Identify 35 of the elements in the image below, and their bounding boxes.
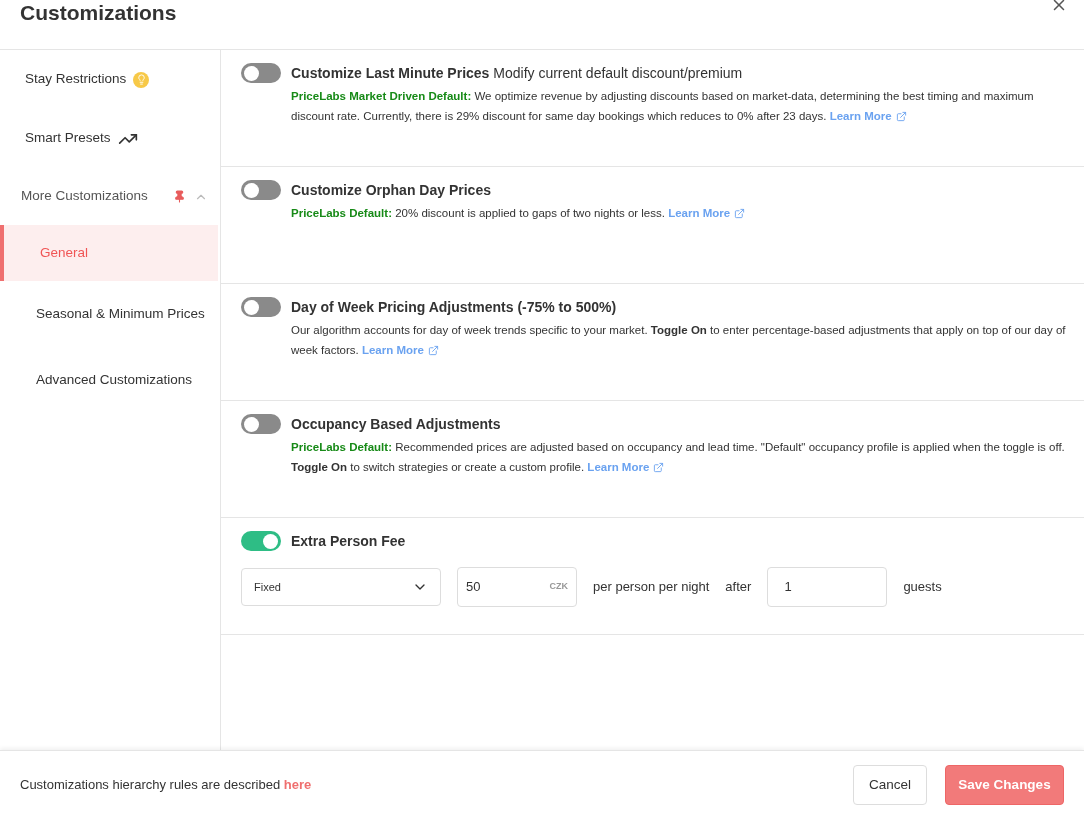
toggle-switch[interactable] bbox=[241, 297, 281, 317]
section-description: PriceLabs Default: Recommended prices are adjusted based on occupancy and lead time. "Default" occupancy profile is applied when the toggle is off. Toggle On to switch strategies or create a custom profile. Learn More bbox=[291, 437, 1068, 477]
sidebar-item[interactable]: Advanced Customizations bbox=[0, 347, 218, 413]
section-title: Customize Orphan Day Prices bbox=[291, 182, 491, 198]
section-title: Extra Person Fee bbox=[291, 533, 406, 549]
dialog-title: Customizations bbox=[20, 0, 177, 26]
amount-field[interactable]: 50 CZK bbox=[457, 567, 577, 607]
external-link-icon bbox=[653, 461, 665, 473]
guests-field[interactable]: 1 bbox=[767, 567, 888, 607]
sidebar-item[interactable]: Seasonal & Minimum Prices bbox=[0, 281, 218, 347]
fee-unit-label: per person per night bbox=[593, 578, 710, 597]
external-link-icon bbox=[734, 207, 746, 219]
toggle-switch[interactable] bbox=[241, 63, 281, 83]
sidebar-item[interactable]: Smart Presets bbox=[25, 128, 111, 149]
fee-type-select[interactable]: Fixed bbox=[241, 568, 441, 606]
sidebar-group-label[interactable]: More Customizations bbox=[21, 186, 165, 207]
section-description: PriceLabs Market Driven Default: We optimize revenue by adjusting discounts based on market-data, determining the best timing and maximum discount rate. Currently, there is 29% discount for same day bookings which reduces to 0% after 23 days. Learn More bbox=[291, 86, 1068, 126]
after-label: after bbox=[725, 578, 752, 597]
hierarchy-note: Customizations hierarchy rules are described here bbox=[20, 776, 313, 795]
toggle-switch[interactable] bbox=[241, 531, 281, 551]
section-description: Our algorithm accounts for day of week trends specific to your market. Toggle On to enter percentage-based adjustments that apply on top of our day of week factors. Learn More bbox=[291, 320, 1068, 360]
external-link-icon bbox=[895, 110, 907, 122]
section-description: PriceLabs Default: 20% discount is applied to gaps of two nights or less. Learn More bbox=[291, 203, 1068, 223]
guests-label: guests bbox=[903, 578, 942, 597]
section-title: Occupancy Based Adjustments bbox=[291, 416, 501, 432]
section-title: Day of Week Pricing Adjustments (-75% to 500%) bbox=[291, 299, 617, 315]
external-link-icon bbox=[427, 344, 439, 356]
section-subtitle: Modify current default discount/premium bbox=[493, 65, 743, 81]
pin-icon[interactable] bbox=[173, 190, 186, 203]
cancel-button[interactable]: Cancel bbox=[853, 765, 927, 805]
toggle-switch[interactable] bbox=[241, 414, 281, 434]
sidebar-item[interactable]: Stay Restrictions bbox=[25, 69, 127, 90]
section-title: Customize Last Minute Prices bbox=[291, 65, 490, 81]
lightbulb-icon bbox=[133, 71, 150, 88]
toggle-switch[interactable] bbox=[241, 180, 281, 200]
